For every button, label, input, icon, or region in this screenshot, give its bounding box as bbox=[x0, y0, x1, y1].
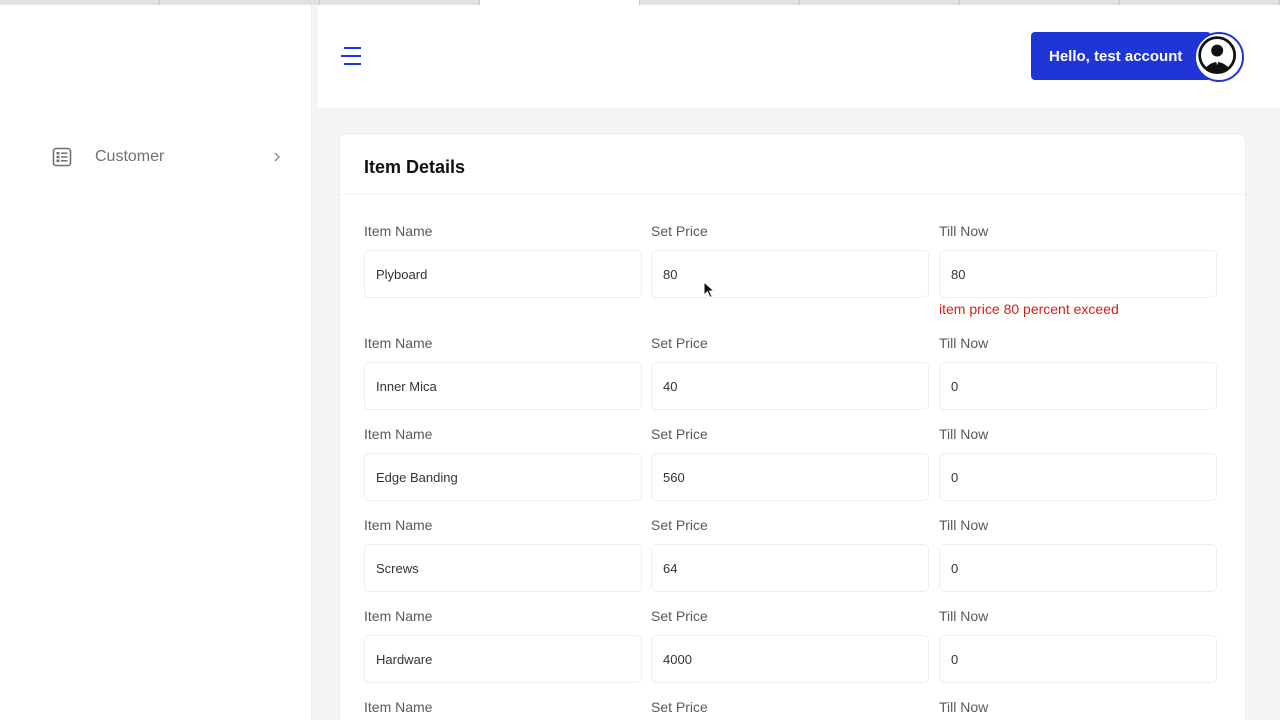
user-avatar[interactable] bbox=[1194, 32, 1244, 82]
user-account-button[interactable]: Hello, test account bbox=[1031, 32, 1211, 80]
till-now-label: Till Now bbox=[939, 517, 989, 533]
till-now-input[interactable] bbox=[939, 453, 1217, 501]
item-name-input[interactable] bbox=[364, 362, 642, 410]
sidebar-item-customer[interactable]: Customer bbox=[52, 143, 282, 171]
item-name-input[interactable] bbox=[364, 635, 642, 683]
chevron-right-icon bbox=[274, 152, 280, 162]
card-divider bbox=[340, 194, 1245, 195]
till-now-label: Till Now bbox=[939, 608, 989, 624]
top-header: Hello, test account bbox=[318, 5, 1280, 108]
set-price-input[interactable] bbox=[651, 544, 929, 592]
price-exceed-error: item price 80 percent exceed bbox=[939, 301, 1119, 317]
set-price-label: Set Price bbox=[651, 608, 708, 624]
list-icon bbox=[52, 147, 72, 167]
till-now-label: Till Now bbox=[939, 223, 989, 239]
item-name-label: Item Name bbox=[364, 608, 433, 624]
set-price-input[interactable] bbox=[651, 453, 929, 501]
till-now-input[interactable] bbox=[939, 250, 1217, 298]
set-price-label: Set Price bbox=[651, 426, 708, 442]
item-name-label: Item Name bbox=[364, 223, 433, 239]
item-name-label: Item Name bbox=[364, 335, 433, 351]
mouse-cursor-icon bbox=[703, 281, 715, 299]
till-now-label: Till Now bbox=[939, 426, 989, 442]
item-details-card: Item Details Item Name Set Price Till No… bbox=[340, 135, 1245, 720]
set-price-label: Set Price bbox=[651, 517, 708, 533]
set-price-input[interactable] bbox=[651, 635, 929, 683]
item-name-label: Item Name bbox=[364, 699, 433, 715]
till-now-label: Till Now bbox=[939, 335, 989, 351]
set-price-input[interactable] bbox=[651, 250, 929, 298]
till-now-input[interactable] bbox=[939, 362, 1217, 410]
sidebar-item-label: Customer bbox=[95, 148, 165, 165]
till-now-input[interactable] bbox=[939, 544, 1217, 592]
set-price-label: Set Price bbox=[651, 335, 708, 351]
set-price-label: Set Price bbox=[651, 223, 708, 239]
item-name-label: Item Name bbox=[364, 426, 433, 442]
item-name-input[interactable] bbox=[364, 544, 642, 592]
item-name-input[interactable] bbox=[364, 453, 642, 501]
till-now-input[interactable] bbox=[939, 635, 1217, 683]
sidebar: Customer bbox=[0, 5, 312, 720]
set-price-label: Set Price bbox=[651, 699, 708, 715]
item-name-input[interactable] bbox=[364, 250, 642, 298]
item-name-label: Item Name bbox=[364, 517, 433, 533]
user-avatar-icon bbox=[1198, 36, 1237, 75]
card-title: Item Details bbox=[364, 157, 466, 177]
set-price-input[interactable] bbox=[651, 362, 929, 410]
hamburger-icon[interactable] bbox=[340, 45, 362, 67]
till-now-label: Till Now bbox=[939, 699, 989, 715]
